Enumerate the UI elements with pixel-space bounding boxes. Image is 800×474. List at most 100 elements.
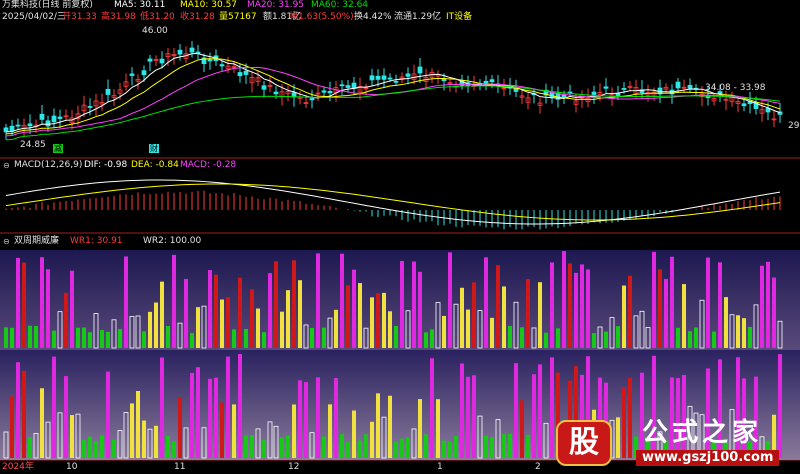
ma60-line [5, 85, 781, 141]
wr2-bar [304, 382, 308, 458]
wr2-bar [340, 434, 344, 458]
wr1-bar [100, 330, 104, 348]
xaxis-label: 1 [437, 462, 443, 472]
candle-body [327, 90, 333, 94]
wr1-bar [442, 315, 446, 348]
wr2-bar [196, 367, 200, 458]
wr2-bar [22, 370, 26, 458]
candle-body [15, 124, 21, 127]
wr1-bar [772, 277, 776, 348]
wr1-bar [190, 333, 194, 348]
wr2-bar [262, 440, 266, 458]
wr2-bar [172, 441, 176, 458]
wr-collapse-icon[interactable]: ⊖ [3, 236, 10, 247]
wr2-bar [130, 403, 134, 458]
wr1-bar [238, 277, 242, 348]
wr1-bar [742, 318, 746, 348]
wr2-bar [160, 357, 164, 458]
wr-title: 双周期威廉 [14, 236, 60, 246]
wr2-bar [472, 375, 476, 458]
candle-body [9, 125, 15, 132]
wr1-bar [736, 315, 740, 348]
wr2-bar [238, 353, 242, 458]
wr1-bar [88, 332, 92, 348]
wr2-bar [94, 441, 98, 458]
candle-body [687, 84, 693, 89]
candle-body [45, 120, 51, 127]
wr1-bar [550, 262, 554, 348]
wr2-bar [190, 372, 194, 458]
candle-body [441, 78, 447, 82]
wr2-bar [502, 434, 506, 458]
wr2-bar [436, 399, 440, 458]
price-right-label: 29 [788, 121, 800, 131]
wr2-bar [466, 376, 470, 458]
wr1-bar [622, 285, 626, 348]
wr2-bar [178, 397, 182, 458]
candle-body [375, 75, 381, 80]
wr1-bar [22, 262, 26, 348]
candle-body [603, 86, 609, 89]
event-tag-finance[interactable]: 财 [149, 144, 159, 153]
wr1-bar [106, 331, 110, 348]
wr1-bar [718, 262, 722, 348]
wr1-bar [250, 289, 254, 348]
wr1-bar [226, 297, 230, 348]
wr2-bar [292, 404, 296, 458]
wr2-bar [628, 377, 632, 458]
candle-body [615, 93, 621, 96]
wr1-bar [670, 256, 674, 348]
wr2-bar [214, 377, 218, 458]
xaxis-label: 2024年 [2, 462, 34, 472]
candle-body [219, 64, 225, 67]
wr1-bar [220, 299, 224, 348]
wr2-bar [112, 439, 116, 458]
wr2-bar [166, 436, 170, 458]
wr1-bar [16, 257, 20, 348]
candle-body [129, 73, 135, 76]
wr2-bar [52, 356, 56, 458]
candle-body [561, 94, 567, 98]
price-low-label: 24.85 [20, 140, 46, 150]
wr1-bar [394, 325, 398, 348]
wr1-bar [64, 292, 68, 348]
wr1-bar [490, 317, 494, 348]
wr1-bar [688, 331, 692, 348]
wr1-bar [40, 257, 44, 348]
wr2-bar [514, 363, 518, 458]
wr1-bar [466, 309, 470, 348]
wr1-bar [244, 329, 248, 348]
wr2-bar [316, 377, 320, 458]
wr1-bar [664, 278, 668, 348]
wr1-bar [352, 269, 356, 348]
wr1-bar [496, 265, 500, 348]
wr1-bar [676, 327, 680, 348]
wr1-bar [430, 329, 434, 348]
candle-body [675, 81, 681, 89]
ma20-line [5, 66, 781, 137]
wr2-bar [778, 354, 782, 458]
candle-body [621, 88, 627, 90]
price-high-label: 46.00 [142, 26, 168, 36]
candle-body [51, 115, 57, 123]
macd-dif: DIF: -0.98 [84, 160, 128, 170]
wr1-bar [448, 252, 452, 348]
macd-dea: DEA: -0.84 [131, 160, 179, 170]
wr1-bar [322, 327, 326, 348]
watermark-logo-char: 股 [569, 425, 599, 460]
wr1-bar [316, 253, 320, 348]
wr2-bar [424, 434, 428, 458]
macd-collapse-icon[interactable]: ⊖ [3, 160, 10, 171]
wr2-bar [64, 376, 68, 458]
wr1-bar [658, 269, 662, 348]
wr1-bar [592, 333, 596, 348]
wr2-bar [358, 440, 362, 458]
wr1-bar [232, 329, 236, 348]
wr1-bar [142, 331, 146, 348]
wr1-bar [28, 325, 32, 348]
event-tag-reduce[interactable]: 减 [53, 144, 63, 153]
wr2-bar [352, 410, 356, 458]
macd-dea-line [5, 183, 781, 221]
wr2-bar [10, 396, 14, 458]
wr1-bar [724, 297, 728, 348]
